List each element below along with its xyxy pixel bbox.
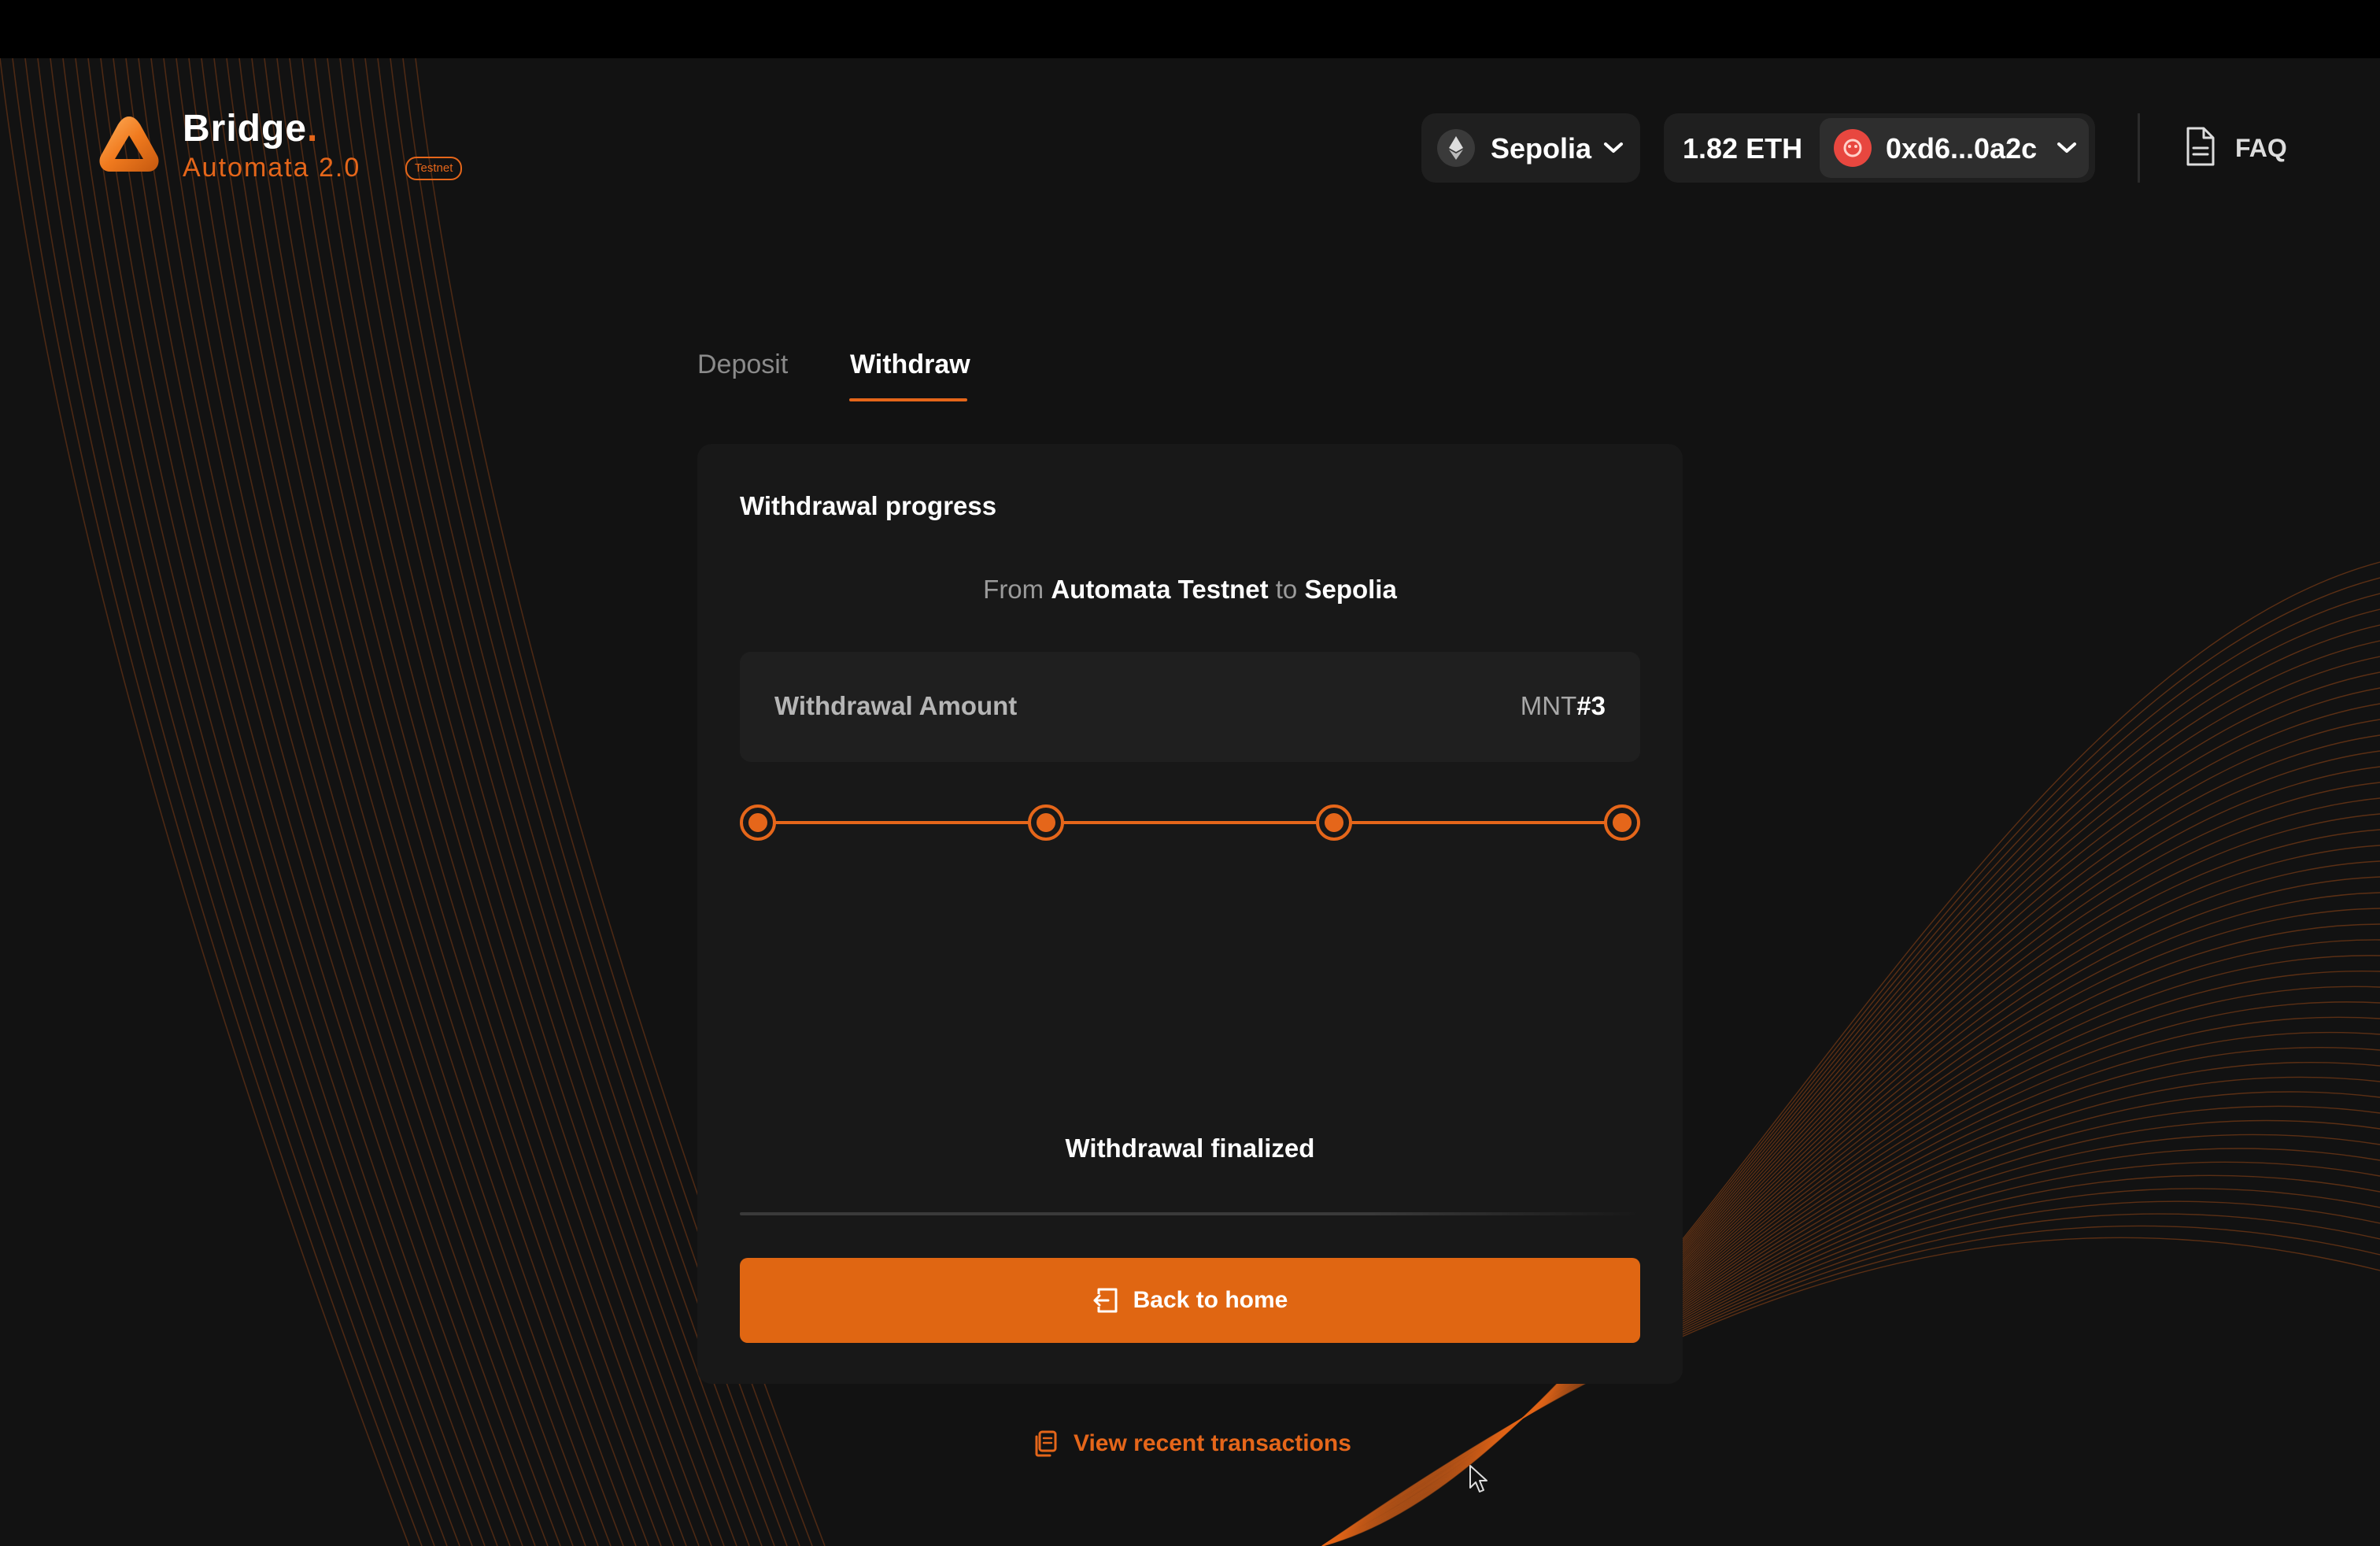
wallet-panel: 1.82 ETH 0xd6...0a2c	[1664, 113, 2095, 183]
mouse-cursor-icon	[1469, 1465, 1488, 1492]
amount-value: MNT#3	[1520, 691, 1606, 720]
network-label: Sepolia	[1491, 132, 1592, 165]
progress-line	[757, 821, 1623, 824]
withdrawal-card: Withdrawal progress From Automata Testne…	[697, 444, 1683, 1384]
view-recent-transactions-link[interactable]: View recent transactions	[1033, 1426, 1351, 1461]
tab-withdraw[interactable]: Withdraw	[850, 350, 970, 380]
progress-step-2	[1028, 804, 1064, 841]
faq-link[interactable]: FAQ	[2235, 134, 2287, 163]
active-tab-indicator	[849, 398, 967, 401]
header-divider	[2138, 113, 2140, 183]
exit-door-icon	[1093, 1288, 1118, 1313]
route-from: Automata Testnet	[1051, 575, 1269, 604]
wallet-address: 0xd6...0a2c	[1886, 132, 2038, 165]
eth-balance: 1.82 ETH	[1683, 132, 1803, 165]
automata-logo	[99, 117, 159, 172]
progress-step-3	[1316, 804, 1352, 841]
status-divider	[740, 1212, 1640, 1215]
amount-label: Withdrawal Amount	[774, 691, 1018, 720]
wallet-address-button[interactable]: 0xd6...0a2c	[1820, 118, 2089, 178]
withdrawal-amount-row: Withdrawal Amount MNT#3	[740, 652, 1640, 762]
chevron-down-icon	[1604, 142, 1623, 153]
network-selector[interactable]: Sepolia	[1421, 113, 1640, 183]
view-recent-transactions-label: View recent transactions	[1074, 1430, 1351, 1456]
back-to-home-button[interactable]: Back to home	[740, 1258, 1640, 1343]
tab-deposit[interactable]: Deposit	[697, 350, 788, 380]
document-icon[interactable]	[2185, 126, 2216, 167]
top-black-bar	[0, 0, 2380, 58]
route-to: Sepolia	[1304, 575, 1397, 604]
ethereum-icon	[1437, 129, 1475, 167]
brand-title: Bridge.	[183, 108, 319, 150]
progress-step-1	[740, 804, 776, 841]
back-to-home-label: Back to home	[1133, 1287, 1288, 1313]
status-title: Withdrawal finalized	[1065, 1134, 1315, 1163]
avatar-icon	[1834, 129, 1872, 167]
testnet-badge: Testnet	[405, 157, 463, 180]
card-title: Withdrawal progress	[740, 491, 997, 520]
chevron-down-icon	[2057, 142, 2076, 153]
copy-icon	[1035, 1430, 1057, 1457]
route-text: From Automata Testnet to Sepolia	[983, 575, 1397, 604]
brand-subtitle: Automata 2.0	[183, 153, 361, 183]
progress-stepper	[740, 803, 1640, 842]
progress-step-4	[1604, 804, 1640, 841]
